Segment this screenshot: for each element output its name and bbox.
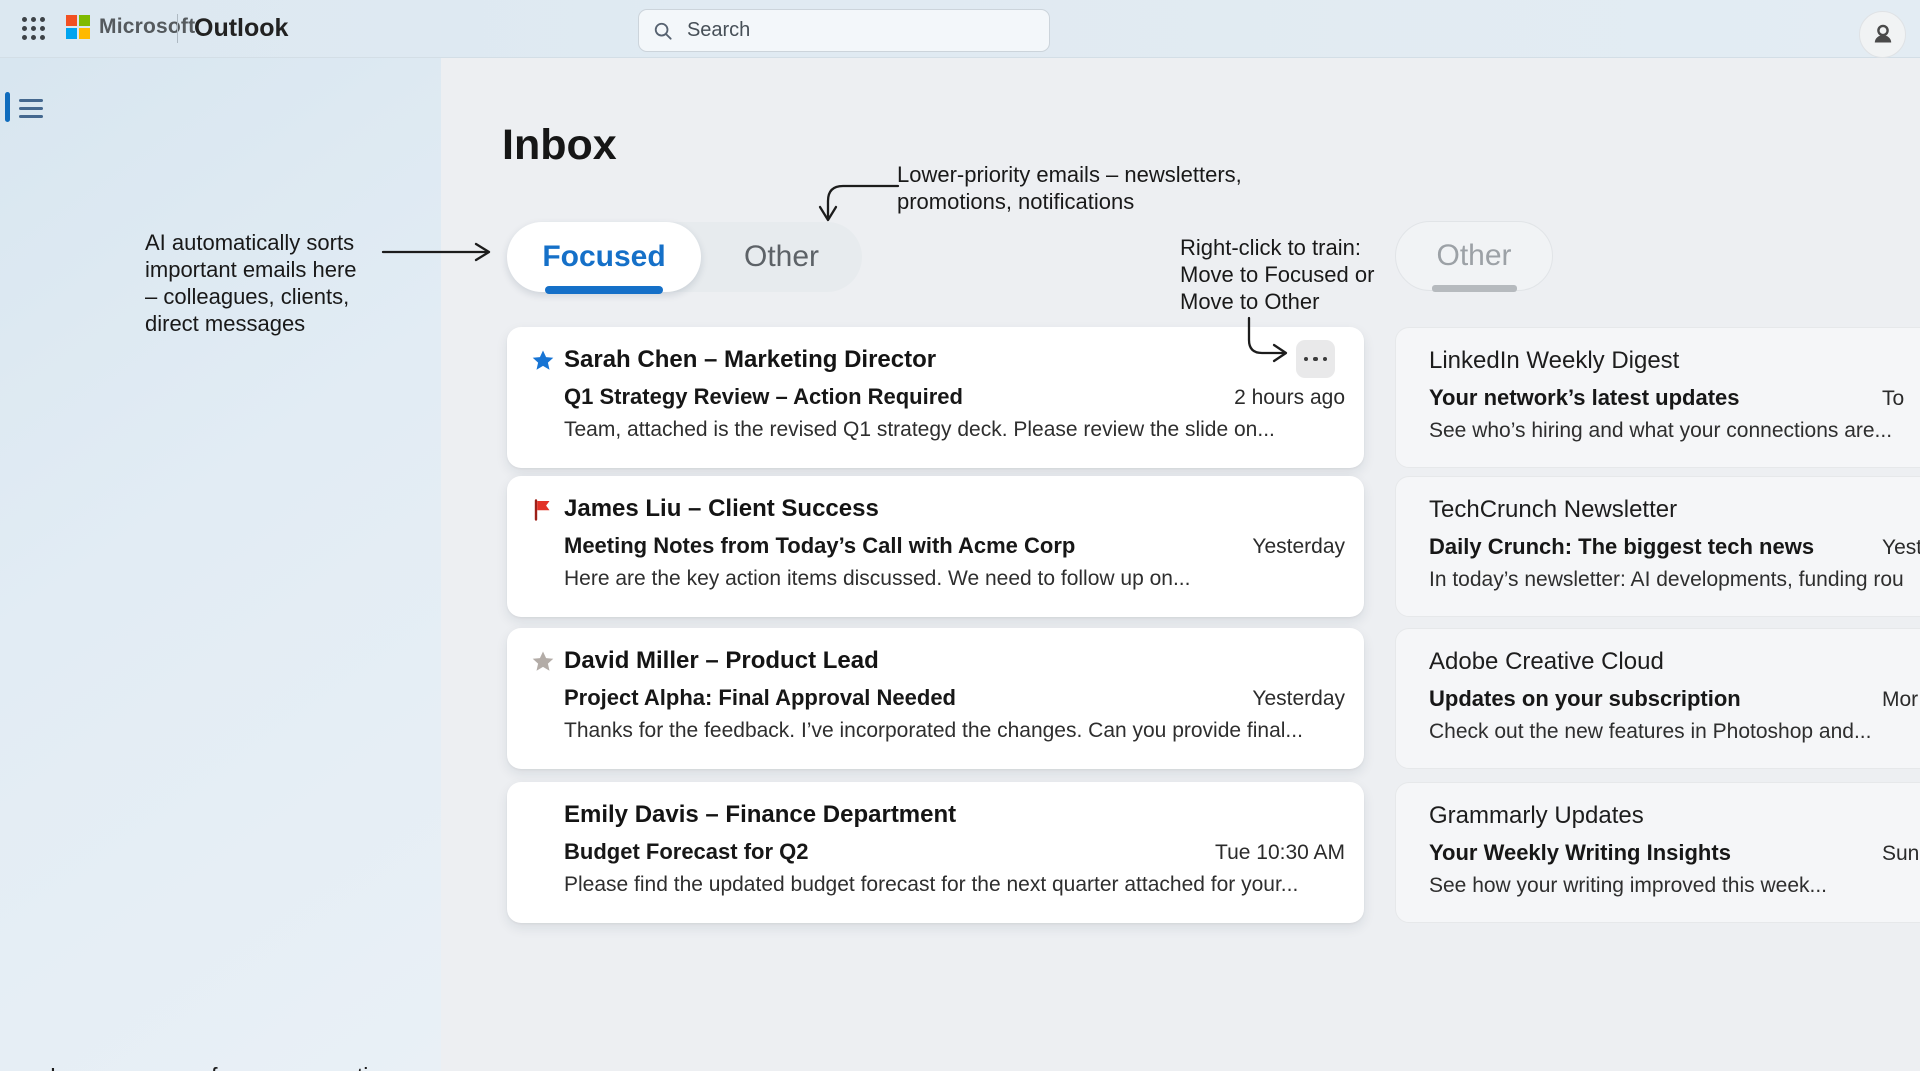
- other-column-tab-label: Other: [1436, 239, 1511, 273]
- email-preview: Team, attached is the revised Q1 strateg…: [564, 417, 1275, 443]
- email-time: Yesterday: [1252, 535, 1345, 559]
- email-card[interactable]: LinkedIn Weekly Digest Your network’s la…: [1395, 327, 1920, 468]
- email-sender: Sarah Chen – Marketing Director: [564, 345, 936, 375]
- star-icon: [531, 650, 555, 674]
- email-sender: Emily Davis – Finance Department: [564, 800, 956, 830]
- nav-accent-bar: [5, 92, 10, 122]
- email-preview: Here are the key action items discussed.…: [564, 566, 1190, 592]
- email-card[interactable]: James Liu – Client Success Meeting Notes…: [507, 476, 1364, 617]
- annotation-train-note: Right-click to train: Move to Focused or…: [1180, 234, 1374, 315]
- email-time: Tue 10:30 AM: [1215, 841, 1345, 865]
- email-time: Mor: [1882, 688, 1918, 712]
- inbox-tab-group: Focused Other: [507, 222, 862, 292]
- email-preview: Check out the new features in Photoshop …: [1429, 719, 1871, 745]
- app-launcher-icon: [22, 17, 45, 40]
- tab-other[interactable]: Other: [701, 222, 862, 292]
- email-subject: Updates on your subscription: [1429, 685, 1741, 713]
- email-preview: See who’s hiring and what your connectio…: [1429, 418, 1892, 444]
- email-subject: Budget Forecast for Q2: [564, 838, 808, 866]
- top-bar: Microsoft Outlook: [0, 0, 1920, 58]
- email-card[interactable]: Sarah Chen – Marketing Director Q1 Strat…: [507, 327, 1364, 468]
- email-subject: Your network’s latest updates: [1429, 384, 1740, 412]
- app-launcher-button[interactable]: [14, 9, 52, 47]
- flag-icon: [531, 498, 555, 522]
- email-subject: Daily Crunch: The biggest tech news: [1429, 533, 1814, 561]
- email-card[interactable]: Emily Davis – Finance Department Budget …: [507, 782, 1364, 923]
- email-time: Yesterday: [1252, 687, 1345, 711]
- email-sender: Grammarly Updates: [1429, 801, 1644, 831]
- app-name-label: Outlook: [194, 14, 288, 43]
- email-time: Yest: [1882, 536, 1920, 560]
- email-card[interactable]: Grammarly Updates Your Weekly Writing In…: [1395, 782, 1920, 923]
- microsoft-logo[interactable]: Microsoft: [66, 15, 195, 39]
- learning-note: Learns your preferences over time: [50, 1063, 400, 1071]
- email-time: 2 hours ago: [1234, 386, 1345, 410]
- email-sender: James Liu – Client Success: [564, 494, 879, 524]
- email-card[interactable]: TechCrunch Newsletter Daily Crunch: The …: [1395, 476, 1920, 617]
- email-subject: Your Weekly Writing Insights: [1429, 839, 1731, 867]
- hamburger-menu-button[interactable]: [19, 95, 49, 121]
- microsoft-wordmark: Microsoft: [99, 15, 195, 39]
- email-time: To: [1882, 387, 1904, 411]
- other-column-underline: [1432, 285, 1517, 292]
- annotation-focused-note: AI automatically sorts important emails …: [145, 229, 357, 337]
- email-sender: Adobe Creative Cloud: [1429, 647, 1664, 677]
- other-column-tab[interactable]: Other: [1395, 221, 1553, 291]
- left-sidebar: Learns your preferences over time: [0, 57, 441, 1071]
- person-icon: [1870, 22, 1896, 48]
- microsoft-squares-icon: [66, 15, 90, 39]
- email-time: Sun: [1882, 842, 1919, 866]
- topbar-divider: [177, 14, 178, 43]
- email-card[interactable]: David Miller – Product Lead Project Alph…: [507, 628, 1364, 769]
- search-icon: [653, 20, 673, 42]
- tab-focused-label: Focused: [542, 240, 665, 274]
- tab-focused[interactable]: Focused: [507, 222, 701, 292]
- more-options-button[interactable]: [1296, 340, 1335, 378]
- star-icon: [531, 349, 555, 373]
- email-subject: Q1 Strategy Review – Action Required: [564, 383, 963, 411]
- focused-active-underline: [545, 286, 663, 294]
- account-button[interactable]: [1859, 11, 1906, 58]
- email-sender: David Miller – Product Lead: [564, 646, 879, 676]
- search-input[interactable]: [685, 18, 1035, 43]
- tab-other-label: Other: [744, 240, 819, 274]
- outlook-window: Learns your preferences over time Micros…: [0, 0, 1920, 1071]
- email-subject: Meeting Notes from Today’s Call with Acm…: [564, 532, 1075, 560]
- email-subject: Project Alpha: Final Approval Needed: [564, 684, 956, 712]
- email-sender: LinkedIn Weekly Digest: [1429, 346, 1679, 376]
- email-card[interactable]: Adobe Creative Cloud Updates on your sub…: [1395, 628, 1920, 769]
- annotation-other-note: Lower-priority emails – newsletters, pro…: [897, 161, 1242, 215]
- email-preview: Thanks for the feedback. I’ve incorporat…: [564, 718, 1303, 744]
- email-preview: Please find the updated budget forecast …: [564, 872, 1298, 898]
- page-title: Inbox: [502, 122, 617, 168]
- email-preview: See how your writing improved this week.…: [1429, 873, 1827, 899]
- search-box[interactable]: [638, 9, 1050, 52]
- arrow-to-other: [828, 186, 898, 217]
- email-sender: TechCrunch Newsletter: [1429, 495, 1677, 525]
- email-preview: In today’s newsletter: AI developments, …: [1429, 567, 1904, 593]
